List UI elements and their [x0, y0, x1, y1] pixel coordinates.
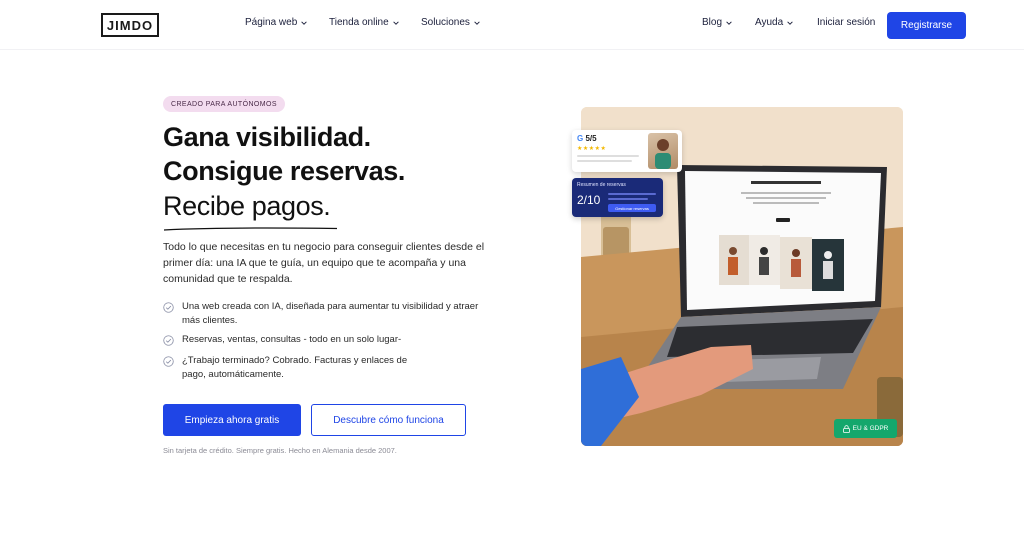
check-circle-icon [163, 335, 174, 346]
nav-item-soluciones[interactable]: Soluciones [421, 17, 481, 28]
rating-stars: ★★★★★ [577, 146, 607, 152]
feature-text: Reservas, ventas, consultas - todo en un… [182, 334, 402, 345]
chevron-down-icon [301, 20, 308, 25]
discover-how-button[interactable]: Descubre cómo funciona [311, 404, 466, 436]
reviewer-avatar [648, 133, 678, 169]
manage-bookings-button: Gestionar reservas [608, 204, 656, 212]
title-underline-decoration [163, 227, 338, 231]
booking-bar [608, 198, 648, 200]
hero-footnote: Sin tarjeta de crédito. Siempre gratis. … [163, 446, 397, 455]
hero-description: Todo lo que necesitas en tu negocio para… [163, 241, 485, 285]
nav-item-pagina-web[interactable]: Página web [245, 17, 308, 28]
review-score: G 5/5 [577, 134, 597, 143]
nav-item-label: Blog [702, 17, 723, 28]
check-circle-icon [163, 356, 174, 367]
review-text-placeholder [577, 155, 639, 157]
hero-title-line-3: Recibe pagos. [163, 191, 331, 221]
review-card: G 5/5 ★★★★★ [572, 130, 682, 172]
chevron-down-icon [392, 20, 399, 25]
register-button[interactable]: Registrarse [887, 12, 966, 39]
chevron-down-icon [474, 20, 480, 25]
feature-item: Una web creada con IA, diseñada para aum… [163, 300, 493, 328]
audience-badge: CREADO PARA AUTÓNOMOS [163, 96, 285, 112]
nav-item-tienda-online[interactable]: Tienda online [329, 17, 400, 28]
review-text-placeholder [577, 160, 632, 162]
google-icon: G [577, 134, 584, 143]
chevron-down-icon [787, 20, 793, 25]
feature-text: ¿Trabajo terminado? Cobrado. Facturas y … [182, 355, 408, 380]
nav-item-blog[interactable]: Blog [702, 17, 733, 28]
booking-bar [608, 193, 656, 195]
nav-item-ayuda[interactable]: Ayuda [755, 17, 794, 28]
hero-title-line-2: Consigue reservas. [163, 156, 405, 186]
booking-count: 2/10 [577, 193, 601, 207]
top-navigation: JIMDO Página web Tienda online Solucione… [0, 0, 1024, 50]
nav-item-label: Página web [245, 17, 298, 28]
feature-text: Una web creada con IA, diseñada para aum… [182, 301, 479, 326]
start-free-button[interactable]: Empieza ahora gratis [163, 404, 301, 436]
nav-item-label: Ayuda [755, 17, 784, 28]
booking-summary-card: Resumen de reservas 2/10 Gestionar reser… [572, 178, 663, 217]
feature-item: ¿Trabajo terminado? Cobrado. Facturas y … [163, 354, 423, 382]
gdpr-label: EU & GDPR [852, 425, 889, 432]
nav-item-label: Soluciones [421, 17, 470, 28]
hero-title-line-1: Gana visibilidad. [163, 122, 371, 152]
jimdo-logo[interactable]: JIMDO [101, 13, 159, 37]
login-link[interactable]: Iniciar sesión [817, 17, 875, 28]
lock-icon [842, 424, 850, 433]
chevron-down-icon [726, 20, 732, 25]
feature-item: Reservas, ventas, consultas - todo en un… [163, 333, 493, 347]
nav-item-label: Tienda online [329, 17, 389, 28]
eu-gdpr-badge: EU & GDPR [834, 419, 897, 438]
check-circle-icon [163, 302, 174, 313]
booking-summary-title: Resumen de reservas [577, 182, 626, 188]
review-score-value: 5/5 [585, 134, 597, 143]
